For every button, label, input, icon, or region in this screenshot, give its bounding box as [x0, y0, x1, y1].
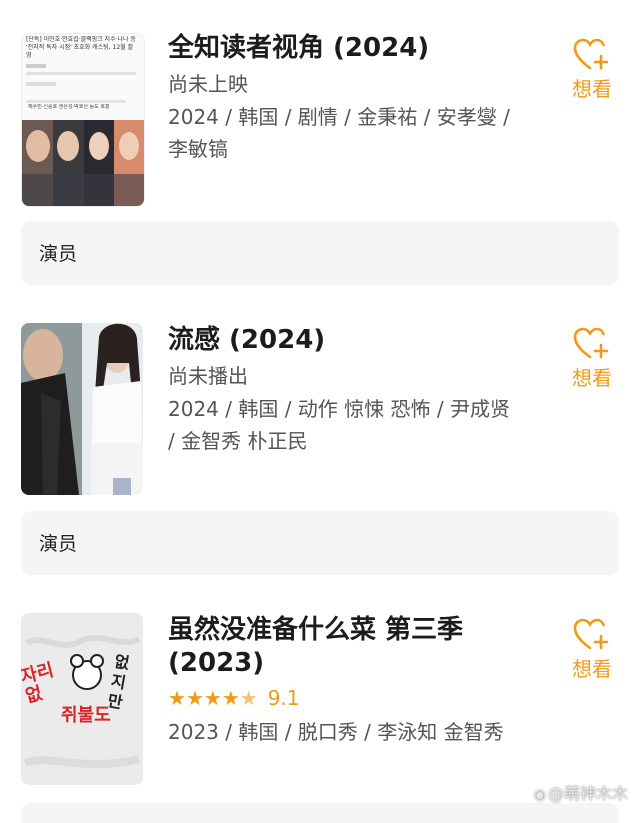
actors-section-2[interactable]: 演员 [21, 511, 619, 575]
heart-plus-icon [573, 618, 609, 650]
movie-title[interactable]: 全知读者视角 (2024) [168, 32, 558, 65]
heart-plus-icon [573, 38, 609, 70]
release-status: 尚未上映 [168, 72, 248, 96]
half-star-icon: ★ [239, 686, 258, 710]
star-icon: ★ [221, 686, 240, 710]
movie-meta: 2023 / 韩国 / 脱口秀 / 李泳知 金智秀 [168, 720, 504, 744]
poster-1-headline: [단독] 이민호·안효섭·블랙핑크 지수·나나 등 '전지적 독자 시점' 초호… [26, 36, 136, 59]
actors-label: 演员 [39, 243, 78, 265]
watermark: ◉ @萌神木木 [534, 780, 628, 804]
release-status: 尚未播出 [168, 364, 248, 388]
star-icon: ★ [203, 686, 222, 710]
want-to-watch-button[interactable]: 想看 [568, 327, 616, 391]
poster-1[interactable]: [단독] 이민호·안효섭·블랙핑크 지수·나나 등 '전지적 독자 시점' 초호… [21, 33, 145, 207]
rating: ★ ★ ★ ★ ★ 9.1 [168, 682, 558, 714]
movie-meta: 2024 / 韩国 / 剧情 / 金秉祐 / 安孝燮 / 李敏镐 [168, 105, 510, 161]
rating-score: 9.1 [267, 686, 300, 710]
star-icon: ★ [185, 686, 204, 710]
actors-section-1[interactable]: 演员 [21, 221, 619, 285]
weibo-icon: ◉ [533, 787, 546, 803]
heart-plus-icon [573, 327, 609, 359]
poster-2-image [21, 323, 143, 495]
star-icon: ★ [168, 686, 186, 710]
movie-title[interactable]: 流感 (2024) [168, 324, 558, 357]
actors-label: 演员 [39, 533, 78, 555]
want-to-watch-button[interactable]: 想看 [568, 618, 616, 682]
poster-1-caption: 채수빈·신승호·권은성·박호산 등도 호흡 [28, 104, 110, 110]
want-label: 想看 [572, 77, 612, 101]
want-to-watch-button[interactable]: 想看 [568, 38, 616, 102]
watermark-text: @萌神木木 [547, 784, 628, 803]
actors-section-3[interactable] [21, 803, 619, 823]
poster-3[interactable]: 자리없 쥐불도 없지 만 [21, 613, 143, 785]
poster-2[interactable] [21, 323, 143, 495]
want-label: 想看 [572, 657, 612, 681]
poster-3-text-mid: 쥐불도 [61, 705, 111, 726]
movie-title[interactable]: 虽然没准备什么菜 第三季 (2023) [168, 614, 528, 680]
want-label: 想看 [572, 366, 612, 390]
movie-meta: 2024 / 韩国 / 动作 惊悚 恐怖 / 尹成贤 / 金智秀 朴正民 [168, 397, 510, 453]
